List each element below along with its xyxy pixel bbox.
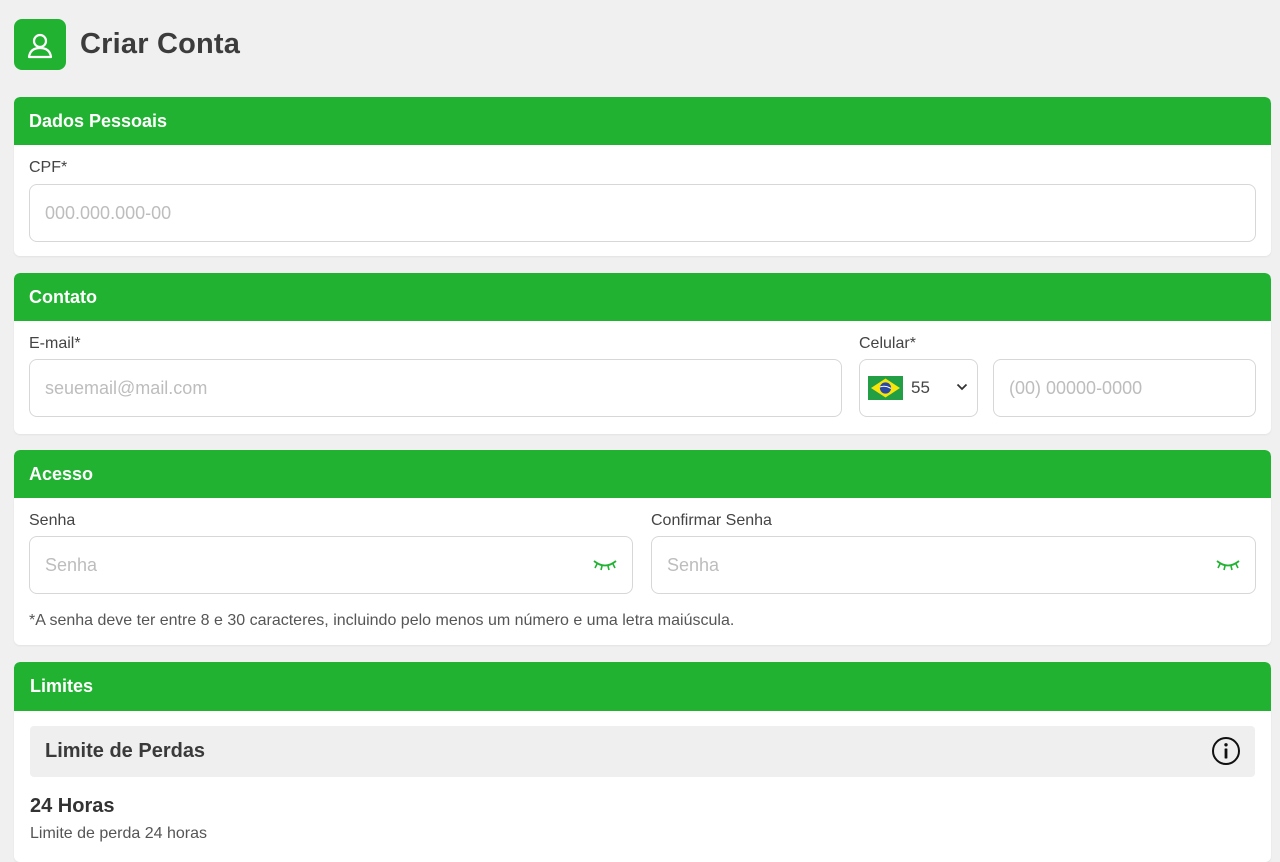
phone-label: Celular*: [859, 335, 916, 352]
phone-placeholder: (00) 00000-0000: [1009, 377, 1143, 398]
password-label: Senha: [29, 512, 76, 529]
info-icon[interactable]: [1211, 736, 1241, 766]
email-placeholder: seuemail@mail.com: [45, 377, 208, 398]
period-subtitle: Limite de perda 24 horas: [30, 825, 207, 842]
email-label: E-mail*: [29, 335, 81, 352]
access-section: Acesso Senha Senha Confirmar Senha Senha…: [14, 450, 1271, 645]
cpf-input[interactable]: 000.000.000-00: [29, 184, 1256, 242]
password-placeholder: Senha: [45, 554, 98, 575]
password-input[interactable]: Senha: [29, 536, 633, 594]
brazil-flag-icon: [868, 376, 903, 400]
cpf-placeholder: 000.000.000-00: [45, 202, 172, 223]
eye-closed-icon[interactable]: [1215, 558, 1241, 572]
loss-limit-title: Limite de Perdas: [45, 740, 206, 762]
country-code: 55: [911, 378, 930, 397]
confirm-password-placeholder: Senha: [667, 554, 720, 575]
phone-input[interactable]: (00) 00000-0000: [993, 359, 1256, 417]
password-hint: *A senha deve ter entre 8 e 30 caractere…: [29, 612, 735, 629]
limits-header: Limites: [14, 662, 1271, 711]
personal-data-section: Dados Pessoais CPF* 000.000.000-00: [14, 97, 1271, 256]
personal-data-header: Dados Pessoais: [14, 97, 1271, 145]
country-code-select[interactable]: 55: [859, 359, 978, 417]
period-title: 24 Horas: [30, 795, 115, 817]
contact-header: Contato: [14, 273, 1271, 321]
email-input[interactable]: seuemail@mail.com: [29, 359, 842, 417]
loss-limit-bar: Limite de Perdas: [30, 726, 1255, 777]
chevron-down-icon: [956, 383, 968, 391]
page-header: Criar Conta: [14, 19, 240, 70]
page-title: Criar Conta: [80, 28, 241, 60]
access-header: Acesso: [14, 450, 1271, 498]
eye-closed-icon[interactable]: [592, 558, 618, 572]
cpf-label: CPF*: [29, 159, 68, 176]
confirm-password-input[interactable]: Senha: [651, 536, 1256, 594]
contact-section: Contato E-mail* seuemail@mail.com Celula…: [14, 273, 1271, 434]
confirm-password-label: Confirmar Senha: [651, 512, 772, 529]
limits-section: Limites Limite de Perdas 24 Horas Limite…: [14, 662, 1271, 862]
user-icon: [14, 19, 66, 70]
